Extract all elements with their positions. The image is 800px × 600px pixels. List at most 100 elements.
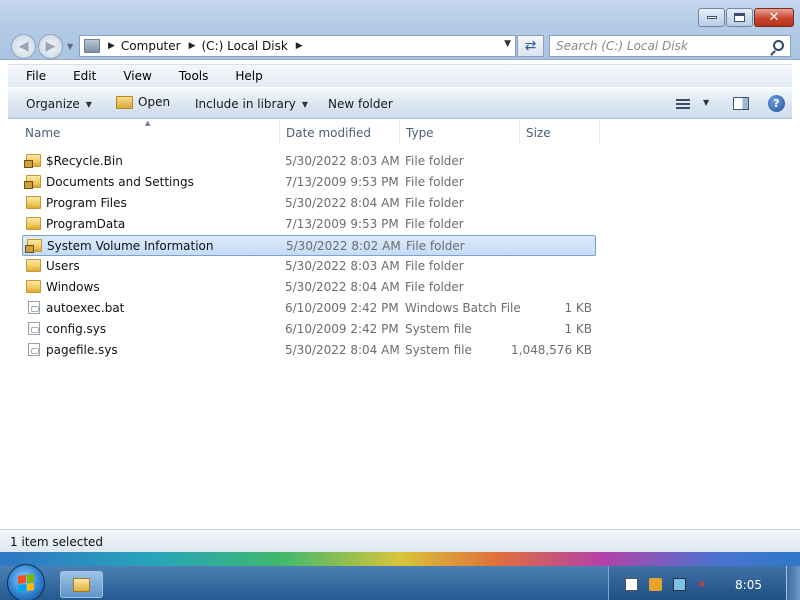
view-options-dropdown-icon[interactable]: ▼	[703, 98, 709, 107]
window-controls: ✕	[698, 8, 794, 27]
include-in-library-label: Include in library	[195, 97, 296, 111]
search-icon[interactable]	[773, 40, 784, 51]
file-type: File folder	[405, 196, 464, 210]
column-type[interactable]: Type	[398, 120, 519, 144]
menu-edit[interactable]: Edit	[55, 69, 105, 83]
organize-button[interactable]: Organize ▼	[26, 97, 92, 111]
menu-view[interactable]: View	[105, 69, 160, 83]
network-icon[interactable]	[673, 578, 686, 591]
show-desktop-button[interactable]	[786, 566, 800, 600]
computer-icon	[84, 39, 100, 53]
volume-muted-icon[interactable]: ✕	[697, 578, 710, 591]
folder-icon	[26, 280, 41, 293]
search-box[interactable]	[549, 35, 791, 57]
chevron-down-icon: ▼	[85, 99, 92, 109]
file-name: Windows	[46, 280, 100, 294]
file-list: ▲ Name Date modified Type Size $Recycle.…	[8, 119, 792, 528]
preview-pane-icon[interactable]	[733, 97, 749, 110]
menu-help[interactable]: Help	[217, 69, 271, 83]
file-name: Users	[46, 259, 80, 273]
chevron-down-icon: ▼	[301, 99, 309, 109]
file-row[interactable]: $Recycle.Bin 5/30/2022 8:03 AM File fold…	[22, 151, 596, 172]
taskbar-explorer-button[interactable]	[60, 571, 103, 598]
file-type: System file	[405, 343, 472, 357]
file-type: File folder	[405, 154, 464, 168]
file-row[interactable]: config.sys 6/10/2009 2:42 PM System file…	[22, 319, 596, 340]
file-date-modified: 5/30/2022 8:04 AM	[285, 343, 400, 357]
security-shield-icon[interactable]	[649, 578, 662, 591]
menu-bar: File Edit View Tools Help	[8, 64, 792, 87]
address-dropdown-icon[interactable]: ▼	[504, 39, 511, 49]
menu-file[interactable]: File	[8, 69, 55, 83]
open-button[interactable]: Open	[116, 95, 170, 109]
clock[interactable]: 8:05	[735, 578, 762, 592]
file-type: System file	[405, 322, 472, 336]
status-text: 1 item selected	[10, 535, 104, 549]
explorer-folder-icon	[73, 577, 90, 592]
file-date-modified: 7/13/2009 9:53 PM	[285, 175, 399, 189]
recent-pages-dropdown[interactable]: ▼	[67, 42, 73, 51]
file-name: Documents and Settings	[46, 175, 194, 189]
breadcrumb-computer[interactable]: Computer	[121, 39, 181, 53]
system-file-icon	[28, 343, 40, 356]
breadcrumb-chevron-icon[interactable]: ▶	[189, 41, 196, 51]
file-row[interactable]: autoexec.bat 6/10/2009 2:42 PM Windows B…	[22, 298, 596, 319]
column-date-modified[interactable]: Date modified	[278, 120, 399, 144]
folder-icon	[26, 259, 41, 272]
file-date-modified: 5/30/2022 8:04 AM	[285, 280, 400, 294]
forward-button[interactable]: ▶	[38, 34, 63, 59]
maximize-button[interactable]	[726, 8, 753, 27]
help-icon[interactable]: ?	[768, 95, 785, 112]
file-name: Program Files	[46, 196, 127, 210]
locked-folder-icon	[25, 239, 42, 253]
folder-open-icon	[116, 95, 133, 109]
file-row[interactable]: Users 5/30/2022 8:03 AM File folder	[22, 256, 596, 277]
new-folder-label: New folder	[328, 97, 393, 111]
breadcrumb-chevron-icon[interactable]: ▶	[108, 41, 115, 51]
minimize-icon	[706, 16, 717, 19]
file-type: File folder	[405, 175, 464, 189]
file-name: ProgramData	[46, 217, 126, 231]
back-arrow-icon: ◀	[18, 39, 29, 54]
file-row[interactable]: Program Files 5/30/2022 8:04 AM File fol…	[22, 193, 596, 214]
organize-label: Organize	[26, 97, 80, 111]
search-input[interactable]	[556, 39, 766, 53]
locked-folder-icon	[24, 154, 41, 168]
minimize-button[interactable]	[698, 8, 725, 27]
column-size[interactable]: Size	[518, 120, 599, 144]
close-button[interactable]: ✕	[754, 8, 794, 27]
menu-tools[interactable]: Tools	[161, 69, 218, 83]
address-bar[interactable]: ▶ Computer ▶ (C:) Local Disk ▶ ▼	[79, 35, 516, 57]
new-folder-button[interactable]: New folder	[328, 97, 393, 111]
back-button[interactable]: ◀	[11, 34, 36, 59]
file-name: System Volume Information	[47, 239, 214, 253]
file-type: File folder	[405, 217, 464, 231]
refresh-icon: ⇄	[524, 38, 537, 54]
action-center-icon[interactable]	[625, 578, 638, 591]
column-divider[interactable]	[599, 120, 600, 144]
breadcrumb-local-disk[interactable]: (C:) Local Disk	[202, 39, 288, 53]
file-type: File folder	[406, 239, 465, 253]
file-date-modified: 5/30/2022 8:03 AM	[285, 154, 400, 168]
desktop-wallpaper-strip	[0, 552, 800, 566]
folder-icon	[26, 196, 41, 209]
file-row[interactable]: pagefile.sys 5/30/2022 8:04 AM System fi…	[22, 340, 596, 361]
change-view-icon[interactable]	[676, 99, 690, 110]
refresh-button[interactable]: ⇄	[517, 35, 544, 57]
file-row[interactable]: Documents and Settings 7/13/2009 9:53 PM…	[22, 172, 596, 193]
file-type: File folder	[405, 259, 464, 273]
open-label: Open	[138, 95, 171, 109]
breadcrumb-chevron-icon[interactable]: ▶	[296, 41, 303, 51]
windows-logo-icon	[18, 574, 34, 592]
file-type: Windows Batch File	[405, 301, 521, 315]
start-button[interactable]	[7, 564, 45, 600]
file-row[interactable]: Windows 5/30/2022 8:04 AM File folder	[22, 277, 596, 298]
column-name[interactable]: Name	[17, 120, 279, 144]
file-row[interactable]: ProgramData 7/13/2009 9:53 PM File folde…	[22, 214, 596, 235]
status-bar: 1 item selected	[0, 529, 800, 552]
file-name: $Recycle.Bin	[46, 154, 123, 168]
file-date-modified: 7/13/2009 9:53 PM	[285, 217, 399, 231]
file-row-selected[interactable]: System Volume Information 5/30/2022 8:02…	[22, 235, 596, 256]
system-tray: ✕	[608, 566, 800, 600]
include-in-library-button[interactable]: Include in library ▼	[195, 97, 308, 111]
